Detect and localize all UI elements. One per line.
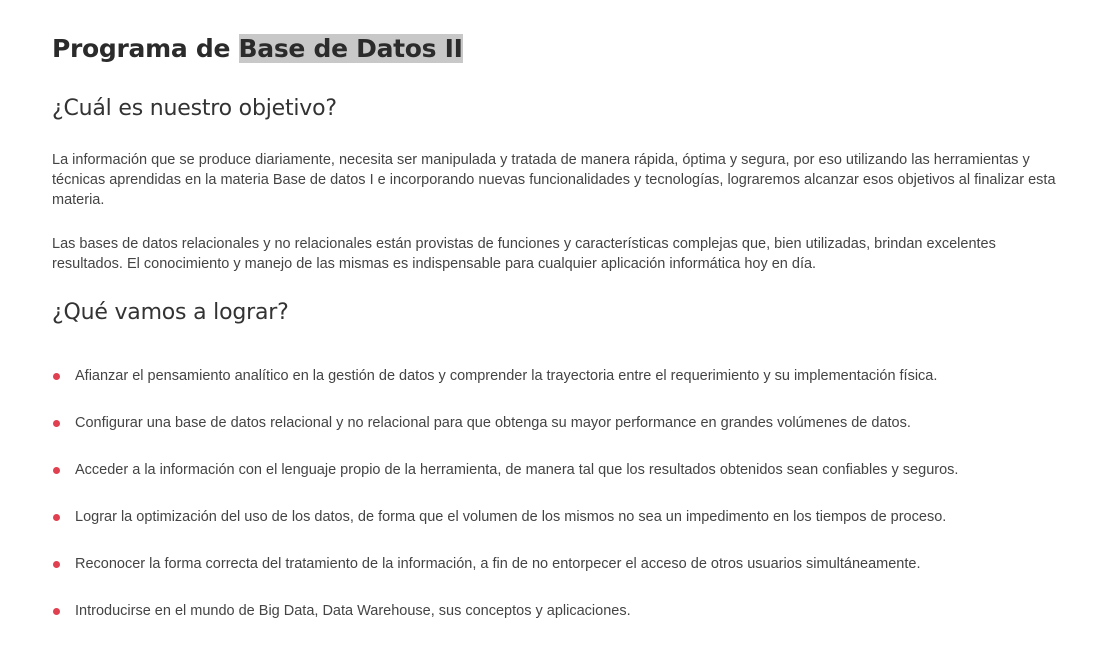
bullet-dot-icon bbox=[53, 467, 60, 474]
list-item-text: Lograr la optimización del uso de los da… bbox=[75, 509, 947, 525]
goals-list: Afianzar el pensamiento analítico en la … bbox=[52, 366, 1068, 648]
page-title-highlighted-selection[interactable]: Base de Datos II bbox=[238, 34, 463, 63]
page-title: Programa de Base de Datos II bbox=[52, 30, 463, 68]
bullet-dot-icon bbox=[53, 420, 60, 427]
bullet-dot-icon bbox=[53, 514, 60, 521]
list-item: Introducirse en el mundo de Big Data, Da… bbox=[52, 601, 1068, 648]
list-item-text: Acceder a la información con el lenguaje… bbox=[75, 462, 959, 478]
page-title-prefix: Programa de bbox=[52, 34, 239, 63]
list-item: Acceder a la información con el lenguaje… bbox=[52, 460, 1068, 507]
goals-heading: ¿Qué vamos a lograr? bbox=[52, 300, 289, 325]
list-item: Lograr la optimización del uso de los da… bbox=[52, 507, 1068, 554]
bullet-dot-icon bbox=[53, 608, 60, 615]
list-item: Reconocer la forma correcta del tratamie… bbox=[52, 554, 1068, 601]
objective-heading: ¿Cuál es nuestro objetivo? bbox=[52, 96, 337, 121]
objective-paragraph-1: La información que se produce diariament… bbox=[52, 152, 1056, 208]
bullet-dot-icon bbox=[53, 561, 60, 568]
list-item: Afianzar el pensamiento analítico en la … bbox=[52, 366, 1068, 413]
list-item-text: Configurar una base de datos relacional … bbox=[75, 415, 911, 431]
list-item-text: Introducirse en el mundo de Big Data, Da… bbox=[75, 603, 631, 619]
objective-paragraph-2: Las bases de datos relacionales y no rel… bbox=[52, 236, 996, 272]
list-item-text: Afianzar el pensamiento analítico en la … bbox=[75, 368, 938, 384]
bullet-dot-icon bbox=[53, 373, 60, 380]
list-item: Configurar una base de datos relacional … bbox=[52, 413, 1068, 460]
list-item-text: Reconocer la forma correcta del tratamie… bbox=[75, 556, 921, 572]
